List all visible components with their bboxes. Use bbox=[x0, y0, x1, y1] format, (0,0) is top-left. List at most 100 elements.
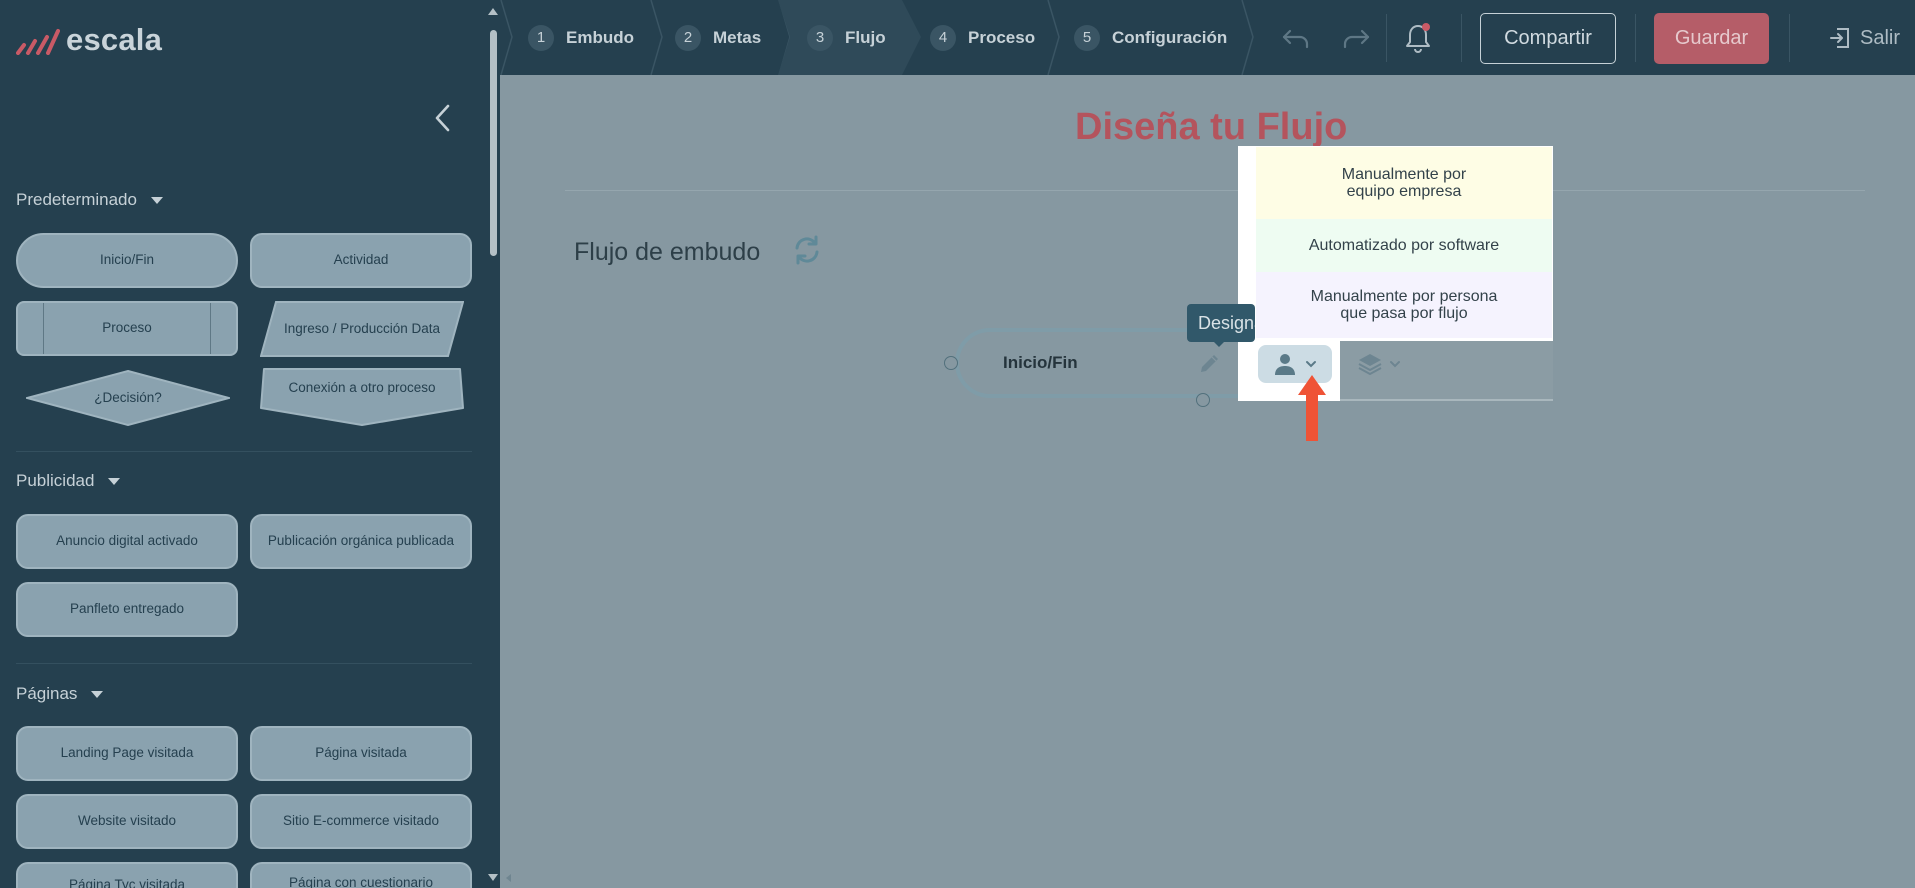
refresh-icon[interactable] bbox=[791, 234, 823, 266]
section-predeterminado[interactable]: Predeterminado bbox=[16, 190, 163, 210]
notifications-button[interactable] bbox=[1400, 20, 1436, 56]
designar-tooltip: Designar bbox=[1187, 304, 1255, 342]
section-publicidad[interactable]: Publicidad bbox=[16, 471, 121, 491]
step-label: Proceso bbox=[968, 27, 1036, 47]
step-metas[interactable]: 2 Metas bbox=[675, 0, 761, 75]
step-number: 2 bbox=[675, 24, 701, 51]
step-number: 4 bbox=[930, 24, 956, 51]
breadcrumb-separator-icon bbox=[1047, 0, 1060, 75]
tooltip-tail bbox=[1213, 341, 1225, 347]
shape-label: Página Tyc visitada bbox=[68, 877, 186, 888]
save-button[interactable]: Guardar bbox=[1654, 13, 1769, 64]
red-pointer-arrow-icon bbox=[1298, 375, 1326, 441]
layers-dropdown-button[interactable] bbox=[1352, 347, 1406, 381]
toolbar-separator bbox=[1461, 14, 1462, 62]
highlight-frame-underline bbox=[1340, 399, 1553, 401]
shape-pagina-tyc[interactable]: Página Tyc visitada bbox=[16, 862, 238, 888]
step-number: 1 bbox=[528, 24, 554, 51]
shape-decision[interactable]: ¿Decisión? bbox=[23, 369, 233, 427]
shape-label: Ingreso / Producción Data bbox=[283, 320, 441, 336]
step-embudo[interactable]: 1 Embudo bbox=[528, 0, 634, 75]
shape-ingreso-produccion-data[interactable]: Ingreso / Producción Data bbox=[259, 301, 465, 357]
option-line: Manualmente por bbox=[1341, 165, 1467, 183]
step-proceso[interactable]: 4 Proceso bbox=[930, 0, 1035, 75]
option-automatizado-software[interactable]: Automatizado por software bbox=[1256, 219, 1552, 272]
node-port-bottom[interactable] bbox=[1196, 393, 1210, 407]
caret-down-icon bbox=[150, 196, 163, 204]
exit-label: Salir bbox=[1860, 26, 1901, 49]
shape-ecommerce[interactable]: Sitio E-commerce visitado bbox=[250, 794, 472, 849]
shape-pagina-visitada[interactable]: Página visitada bbox=[250, 726, 472, 781]
shape-label: Panfleto entregado bbox=[69, 601, 185, 617]
section-paginas[interactable]: Páginas bbox=[16, 684, 104, 704]
section-title: Publicidad bbox=[16, 471, 95, 490]
caret-down-icon bbox=[108, 477, 121, 485]
shape-label: Publicación orgánica publicada bbox=[267, 533, 455, 549]
collapse-sidebar-button[interactable] bbox=[428, 100, 456, 136]
canvas-scroll-left-icon[interactable] bbox=[506, 874, 511, 882]
person-icon bbox=[1275, 354, 1295, 375]
scroll-up-arrow-icon[interactable] bbox=[488, 8, 498, 15]
undo-button[interactable] bbox=[1278, 20, 1314, 56]
redo-button[interactable] bbox=[1338, 20, 1374, 56]
shape-landing-page[interactable]: Landing Page visitada bbox=[16, 726, 238, 781]
option-line: Manualmente por persona bbox=[1310, 287, 1498, 305]
option-manual-equipo-empresa[interactable]: Manualmente por equipo empresa bbox=[1256, 147, 1552, 219]
logo-text: escala bbox=[66, 22, 163, 57]
flow-node-label: Inicio/Fin bbox=[1003, 353, 1078, 372]
shape-panfleto[interactable]: Panfleto entregado bbox=[16, 582, 238, 637]
scrollbar-thumb[interactable] bbox=[490, 30, 497, 256]
sidebar-scrollbar[interactable] bbox=[486, 8, 500, 884]
shape-label: Proceso bbox=[102, 320, 152, 336]
step-label: Metas bbox=[713, 27, 762, 47]
redo-icon bbox=[1343, 29, 1370, 49]
shape-website[interactable]: Website visitado bbox=[16, 794, 238, 849]
chevron-left-icon bbox=[435, 104, 450, 132]
toolbar-separator bbox=[1386, 14, 1387, 62]
shape-pagina-cuestionario[interactable]: Página con cuestionario bbox=[250, 862, 472, 888]
option-line: Automatizado por software bbox=[1308, 236, 1500, 254]
toolbar-separator bbox=[1789, 14, 1790, 62]
top-bar: 1 Embudo 2 Metas 3 Flujo 4 Proceso 5 Con… bbox=[500, 0, 1915, 75]
exit-button[interactable]: Salir bbox=[1828, 20, 1900, 56]
share-button[interactable]: Compartir bbox=[1480, 13, 1616, 64]
shape-actividad[interactable]: Actividad bbox=[250, 233, 472, 288]
shape-label: Sitio E-commerce visitado bbox=[282, 813, 440, 829]
step-flujo[interactable]: 3 Flujo bbox=[807, 0, 886, 75]
process-bar-right bbox=[210, 303, 211, 354]
chevron-down-icon bbox=[1390, 361, 1400, 368]
section-divider bbox=[16, 451, 472, 452]
option-manual-persona-flujo[interactable]: Manualmente por persona que pasa por fluj… bbox=[1256, 272, 1552, 338]
option-line: equipo empresa bbox=[1346, 183, 1462, 200]
step-configuracion[interactable]: 5 Configuración bbox=[1074, 0, 1227, 75]
step-label: Configuración bbox=[1112, 27, 1228, 47]
toolbar-separator bbox=[1635, 14, 1636, 62]
layers-icon bbox=[1358, 354, 1382, 376]
step-number: 3 bbox=[807, 24, 833, 51]
chevron-down-icon bbox=[1306, 361, 1316, 368]
shape-label: Conexión a otro proceso bbox=[288, 379, 436, 395]
option-line: que pasa por flujo bbox=[1340, 305, 1468, 322]
funnel-title: Flujo de embudo bbox=[574, 238, 761, 266]
bell-icon bbox=[1406, 23, 1430, 53]
shape-label: Inicio/Fin bbox=[99, 252, 155, 268]
logo[interactable]: escala bbox=[16, 22, 162, 58]
shape-conexion-otro-proceso[interactable]: Conexión a otro proceso bbox=[260, 368, 464, 426]
shape-label: Página visitada bbox=[315, 745, 407, 761]
shape-proceso[interactable]: Proceso bbox=[16, 301, 238, 356]
step-number: 5 bbox=[1074, 24, 1100, 51]
process-bar-left bbox=[43, 303, 44, 354]
shape-anuncio-digital[interactable]: Anuncio digital activado bbox=[16, 514, 238, 569]
shape-label: ¿Decisión? bbox=[94, 389, 162, 405]
logo-mark-icon bbox=[16, 29, 60, 55]
shape-publicacion-organica[interactable]: Publicación orgánica publicada bbox=[250, 514, 472, 569]
logout-icon bbox=[1830, 28, 1849, 48]
shape-label: Anuncio digital activado bbox=[56, 533, 198, 549]
caret-down-icon bbox=[91, 690, 104, 698]
shape-label: Landing Page visitada bbox=[60, 745, 194, 761]
shape-inicio-fin[interactable]: Inicio/Fin bbox=[16, 233, 238, 288]
shape-label: Actividad bbox=[333, 252, 389, 268]
pencil-icon[interactable] bbox=[1197, 350, 1223, 376]
scroll-down-arrow-icon[interactable] bbox=[488, 874, 498, 881]
node-port-left[interactable] bbox=[944, 356, 958, 370]
